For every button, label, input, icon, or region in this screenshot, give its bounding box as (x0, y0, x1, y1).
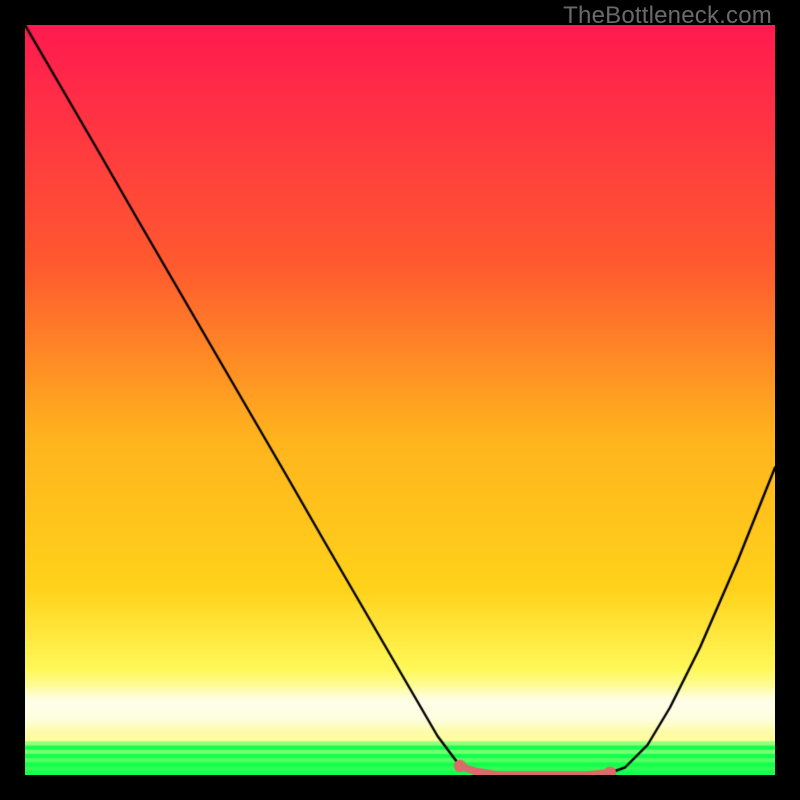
bottleneck-curve (25, 25, 775, 775)
outer-frame: TheBottleneck.com (0, 0, 800, 800)
chart-plot-area (25, 25, 775, 775)
watermark-label: TheBottleneck.com (563, 2, 772, 30)
